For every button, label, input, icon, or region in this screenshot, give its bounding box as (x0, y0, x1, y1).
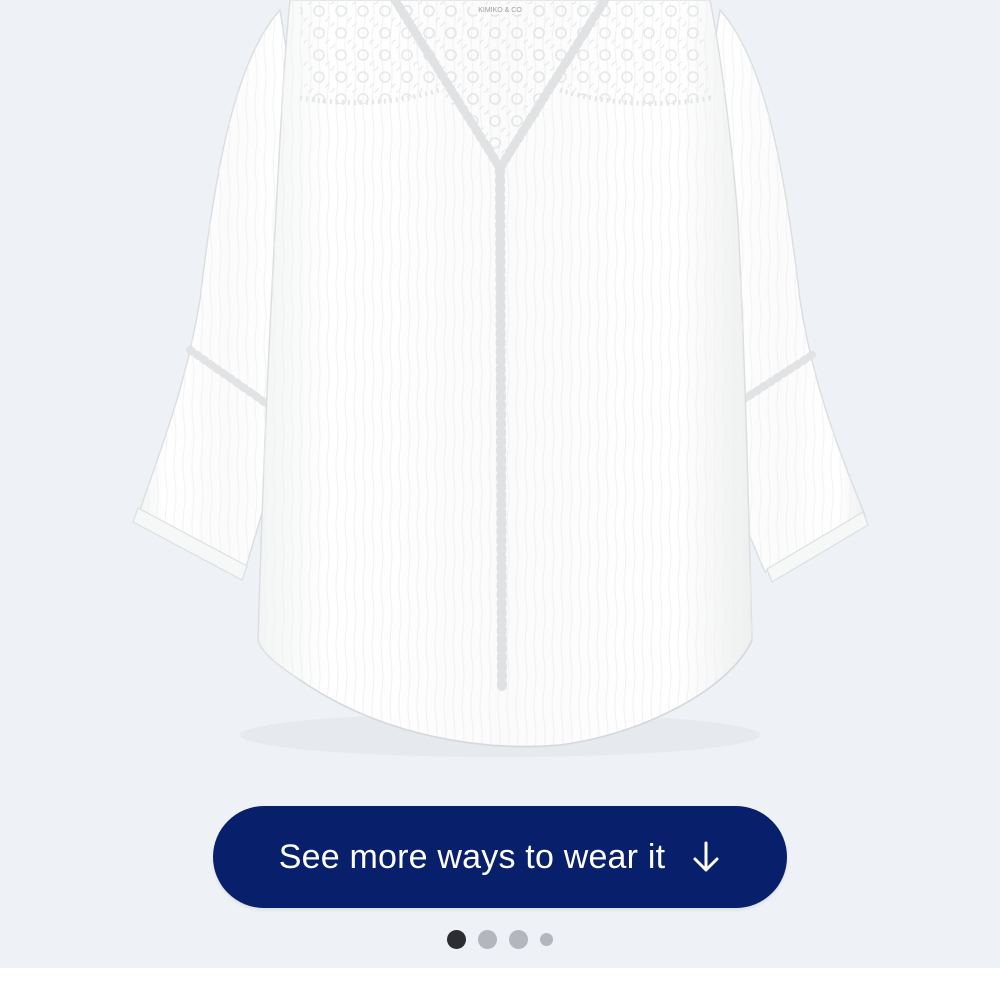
product-detail-screen: KIMIKO & CO See more ways to wear it (0, 0, 1000, 1000)
arrow-down-icon (693, 841, 719, 872)
see-more-ways-button[interactable]: See more ways to wear it (213, 806, 787, 908)
see-more-ways-label: See more ways to wear it (278, 838, 666, 876)
carousel-pagination (0, 928, 1000, 950)
carousel-dot-2[interactable] (478, 929, 497, 949)
carousel-dot-4[interactable] (540, 932, 553, 946)
brand-tag-text: KIMIKO & CO (478, 7, 522, 14)
bottom-divider (0, 968, 1000, 1000)
carousel-dot-1[interactable] (447, 929, 466, 949)
carousel-dot-3[interactable] (509, 929, 528, 949)
